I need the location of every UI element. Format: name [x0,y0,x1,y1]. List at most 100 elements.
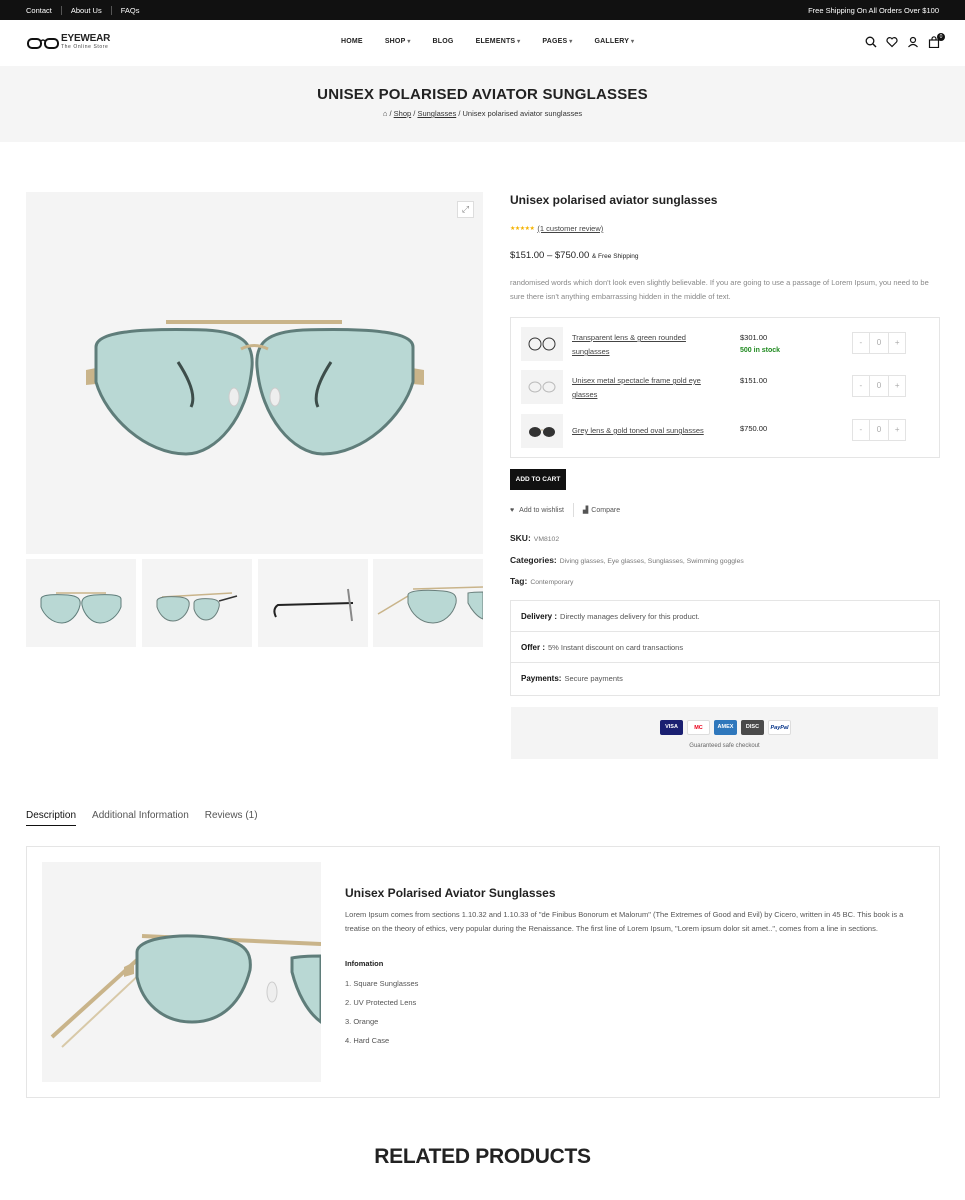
product-title: Unisex polarised aviator sunglasses [510,193,718,207]
add-to-cart-button[interactable]: ADD TO CART [510,469,566,490]
qty-minus-button[interactable]: - [853,376,869,396]
info-value: Directly manages delivery for this produ… [560,612,700,621]
sku-row: SKU: VM8102 [510,533,559,543]
site-header: EYEWEAR The Online Store HOME SHOP BLOG … [0,20,965,66]
tab-additional-information[interactable]: Additional Information [92,810,189,826]
list-item: 4. Hard Case [345,1036,390,1045]
quantity-stepper[interactable]: - 0 + [852,375,906,397]
top-links: Contact About Us FAQs [26,6,148,15]
logo-title: EYEWEAR [61,33,111,44]
nav-blog[interactable]: BLOG [433,38,454,45]
user-icon[interactable] [907,36,919,48]
list-item: 1. Square Sunglasses [345,979,419,988]
main-nav: HOME SHOP BLOG ELEMENTS PAGES GALLERY [341,38,656,45]
oval-sunglasses-icon [529,427,555,437]
qty-minus-button[interactable]: - [853,420,869,440]
product-main-image[interactable]: ⤢ [26,192,483,554]
compare-link[interactable]: Compare [591,507,620,514]
sunglasses-angle-thumb [156,592,238,622]
quantity-stepper[interactable]: - 0 + [852,419,906,441]
qty-plus-button[interactable]: + [889,376,905,396]
compare-icon[interactable]: ▟ [583,506,588,514]
logo-tagline: The Online Store [61,44,109,50]
nav-pages[interactable]: PAGES [542,38,572,45]
breadcrumb: ⌂ / Shop / Sunglasses / Unisex polarised… [0,109,965,118]
nav-elements[interactable]: ELEMENTS [476,38,521,45]
divider [572,503,574,517]
shipping-notice: Free Shipping On All Orders Over $100 [808,6,939,15]
nav-gallery[interactable]: GALLERY [594,38,634,45]
categories-links[interactable]: Diving glasses, Eye glasses, Sunglasses,… [560,558,744,565]
short-description: randomised words which don't look even s… [510,278,929,301]
list-item: 3. Orange [345,1017,379,1026]
top-link-contact[interactable]: Contact [26,6,61,15]
grouped-name-link[interactable]: Transparent lens & green rounded sunglas… [572,331,722,359]
description-list: 1. Square Sunglasses 2. UV Protected Len… [345,977,418,1053]
sku-label: SKU: [510,533,531,543]
list-item: 2. UV Protected Lens [345,998,417,1007]
qty-minus-button[interactable]: - [853,333,869,353]
grouped-price: $301.00 [740,333,768,342]
review-link[interactable]: (1 customer review) [537,224,603,233]
grouped-thumb[interactable] [521,414,563,448]
cart-count-badge: 0 [937,33,945,41]
tag-link[interactable]: Contemporary [530,579,573,586]
offer-row: Offer :5% Instant discount on card trans… [511,632,939,663]
heart-icon[interactable]: ♥ [510,507,514,514]
search-icon[interactable] [865,36,877,48]
grouped-name-link[interactable]: Unisex metal spectacle frame gold eye gl… [572,374,722,402]
thumbnail-3[interactable] [258,559,368,647]
nav-home[interactable]: HOME [341,38,363,45]
qty-plus-button[interactable]: + [889,420,905,440]
qty-input[interactable]: 0 [868,420,890,440]
breadcrumb-shop[interactable]: Shop [394,109,412,118]
breadcrumb-separator: / [389,109,392,118]
info-value: Secure payments [564,674,623,683]
thumbnail-4[interactable] [373,559,483,647]
safe-checkout: VISA MC AMEX DISC PayPal Guaranteed safe… [511,707,938,759]
qty-input[interactable]: 0 [868,333,890,353]
info-value: 5% Instant discount on card transactions [548,643,684,652]
description-text: Lorem Ipsum comes from sections 1.10.32 … [345,910,904,933]
stock-status: 500 in stock [740,347,781,354]
sunglasses-side-thumb [273,588,354,622]
aviator-closeup-image [50,934,321,1048]
wishlist-compare: ♥ Add to wishlist ▟ Compare [510,503,620,517]
top-link-faqs[interactable]: FAQs [110,6,149,15]
top-link-about[interactable]: About Us [60,6,111,15]
grouped-thumb[interactable] [521,370,563,404]
product-price: $151.00 – $750.00 & Free Shipping [510,250,639,261]
payment-cards: VISA MC AMEX DISC PayPal [660,720,791,735]
thumbnail-2[interactable] [142,559,252,647]
home-icon[interactable]: ⌂ [383,109,388,118]
thumbnail-1[interactable] [26,559,136,647]
grouped-price: $750.00 [740,424,768,433]
heart-icon[interactable] [886,36,898,48]
info-label: Payments: [521,674,562,683]
grouped-name-link[interactable]: Grey lens & gold toned oval sunglasses [572,424,722,438]
breadcrumb-sunglasses[interactable]: Sunglasses [417,109,456,118]
info-label: Delivery : [521,612,558,621]
tab-description[interactable]: Description [26,810,77,826]
add-to-wishlist-link[interactable]: Add to wishlist [519,507,564,514]
grouped-thumb[interactable] [521,327,563,361]
tab-reviews[interactable]: Reviews (1) [205,810,258,826]
paypal-icon: PayPal [768,720,791,735]
star-rating-icon: ★★★★★ [510,226,535,232]
aviator-sunglasses-image [86,320,424,456]
round-glasses-icon [528,337,556,351]
description-panel: Unisex Polarised Aviator Sunglasses Lore… [26,846,940,1098]
sunglasses-front-thumb [40,592,122,624]
tag-row: Tag: Contemporary [510,576,573,586]
qty-input[interactable]: 0 [868,376,890,396]
info-label: Offer : [521,643,545,652]
logo[interactable]: EYEWEAR The Online Store [27,33,111,51]
nav-shop[interactable]: SHOP [385,38,411,45]
sunglasses-closeup-thumb [377,586,483,624]
product-info-box: Delivery : Directly manages delivery for … [510,600,940,696]
cart-button[interactable]: 0 [928,33,945,48]
quantity-stepper[interactable]: - 0 + [852,332,906,354]
grouped-price: $151.00 [740,376,768,385]
qty-plus-button[interactable]: + [889,333,905,353]
description-title: Unisex Polarised Aviator Sunglasses [345,886,556,900]
